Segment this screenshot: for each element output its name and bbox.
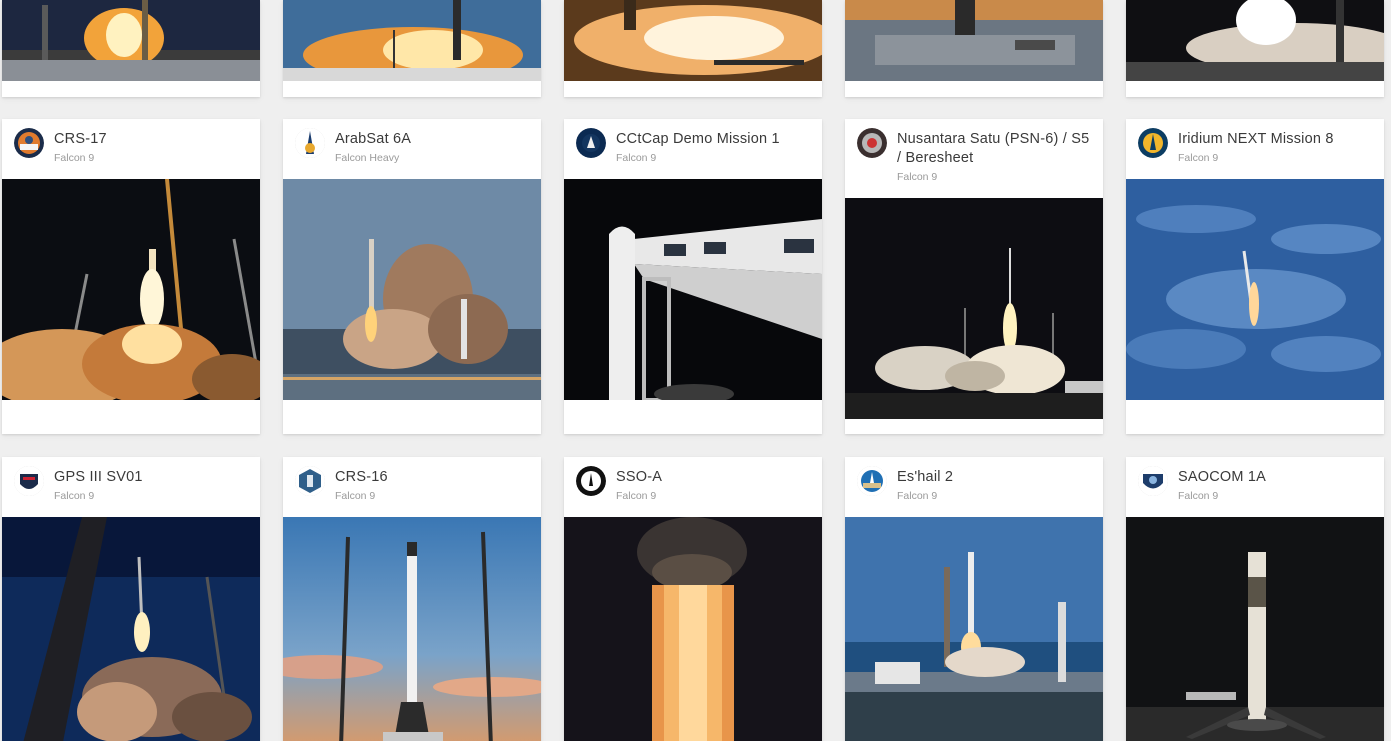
launch-photo [564, 517, 822, 741]
launch-card-nusantara-satu[interactable]: Nusantara Satu (PSN-6) / S5 / Beresheet … [845, 119, 1103, 434]
launch-card[interactable] [1126, 0, 1384, 97]
launch-card-gps-iii-sv01[interactable]: GPS III SV01 Falcon 9 [2, 457, 260, 741]
launch-card[interactable] [2, 0, 260, 97]
launch-card-header: ArabSat 6A Falcon Heavy [283, 119, 541, 179]
rocket-name: Falcon Heavy [335, 152, 400, 164]
sso-a-patch-icon [576, 466, 606, 496]
rocket-name: Falcon 9 [1178, 490, 1219, 502]
launch-card-header: GPS III SV01 Falcon 9 [2, 457, 260, 517]
rocket-name: Falcon 9 [335, 490, 376, 502]
mission-name: Nusantara Satu (PSN-6) / S5 / Beresheet [897, 131, 1090, 166]
launch-card[interactable] [564, 0, 822, 97]
launch-photo [1126, 179, 1384, 400]
mission-name: SAOCOM 1A [1178, 469, 1267, 485]
mission-name: CCtCap Demo Mission 1 [616, 131, 780, 147]
launch-card-header: CRS-17 Falcon 9 [2, 119, 260, 179]
crs-16-patch-icon [295, 466, 325, 496]
nusantara-satu-patch-icon [857, 128, 887, 158]
launch-photo [845, 198, 1103, 419]
rocket-name: Falcon 9 [616, 152, 657, 164]
crs-17-patch-icon [14, 128, 44, 158]
launch-photo [845, 517, 1103, 741]
launch-card-header: Iridium NEXT Mission 8 Falcon 9 [1126, 119, 1384, 179]
arabsat-6a-patch-icon [295, 128, 325, 158]
launch-card-crs-16[interactable]: CRS-16 Falcon 9 [283, 457, 541, 741]
launch-photo [564, 179, 822, 400]
launch-photo [283, 179, 541, 400]
mission-name: GPS III SV01 [54, 469, 143, 485]
rocket-name: Falcon 9 [54, 152, 95, 164]
launch-card-saocom-1a[interactable]: SAOCOM 1A Falcon 9 [1126, 457, 1384, 741]
launch-photo [845, 0, 1103, 81]
launch-photo [283, 517, 541, 741]
launch-card-cctcap-demo-1[interactable]: CCtCap Demo Mission 1 Falcon 9 [564, 119, 822, 434]
rocket-name: Falcon 9 [1178, 152, 1219, 164]
mission-name: CRS-17 [54, 131, 107, 147]
gps-iii-sv01-patch-icon [14, 466, 44, 496]
rocket-name: Falcon 9 [54, 490, 95, 502]
mission-name: SSO-A [616, 469, 663, 485]
rocket-name: Falcon 9 [616, 490, 657, 502]
launch-grid: CRS-17 Falcon 9 ArabSat 6A Falcon Heavy … [0, 0, 1391, 741]
launch-card-arabsat-6a[interactable]: ArabSat 6A Falcon Heavy [283, 119, 541, 434]
mission-name: Es'hail 2 [897, 469, 954, 485]
launch-card-iridium-next-8[interactable]: Iridium NEXT Mission 8 Falcon 9 [1126, 119, 1384, 434]
launch-photo [2, 179, 260, 400]
launch-card[interactable] [283, 0, 541, 97]
launch-photo [1126, 517, 1384, 741]
launch-photo [283, 0, 541, 81]
iridium-next-8-patch-icon [1138, 128, 1168, 158]
launch-card-header: SAOCOM 1A Falcon 9 [1126, 457, 1384, 517]
mission-name: Iridium NEXT Mission 8 [1178, 131, 1334, 147]
eshail-2-patch-icon [857, 466, 887, 496]
launch-card-header: Nusantara Satu (PSN-6) / S5 / Beresheet … [845, 119, 1103, 198]
launch-card-header: SSO-A Falcon 9 [564, 457, 822, 517]
launch-photo [1126, 0, 1384, 81]
rocket-name: Falcon 9 [897, 490, 938, 502]
launch-card-eshail-2[interactable]: Es'hail 2 Falcon 9 [845, 457, 1103, 741]
launch-card-sso-a[interactable]: SSO-A Falcon 9 [564, 457, 822, 741]
launch-card-crs-17[interactable]: CRS-17 Falcon 9 [2, 119, 260, 434]
cctcap-demo-1-patch-icon [576, 128, 606, 158]
saocom-1a-patch-icon [1138, 466, 1168, 496]
rocket-name: Falcon 9 [897, 171, 938, 183]
launch-card[interactable] [845, 0, 1103, 97]
launch-card-header: Es'hail 2 Falcon 9 [845, 457, 1103, 517]
mission-name: CRS-16 [335, 469, 388, 485]
mission-name: ArabSat 6A [335, 131, 412, 147]
launch-card-header: CCtCap Demo Mission 1 Falcon 9 [564, 119, 822, 179]
launch-photo [2, 0, 260, 81]
launch-photo [2, 517, 260, 741]
launch-photo [564, 0, 822, 81]
launch-card-header: CRS-16 Falcon 9 [283, 457, 541, 517]
